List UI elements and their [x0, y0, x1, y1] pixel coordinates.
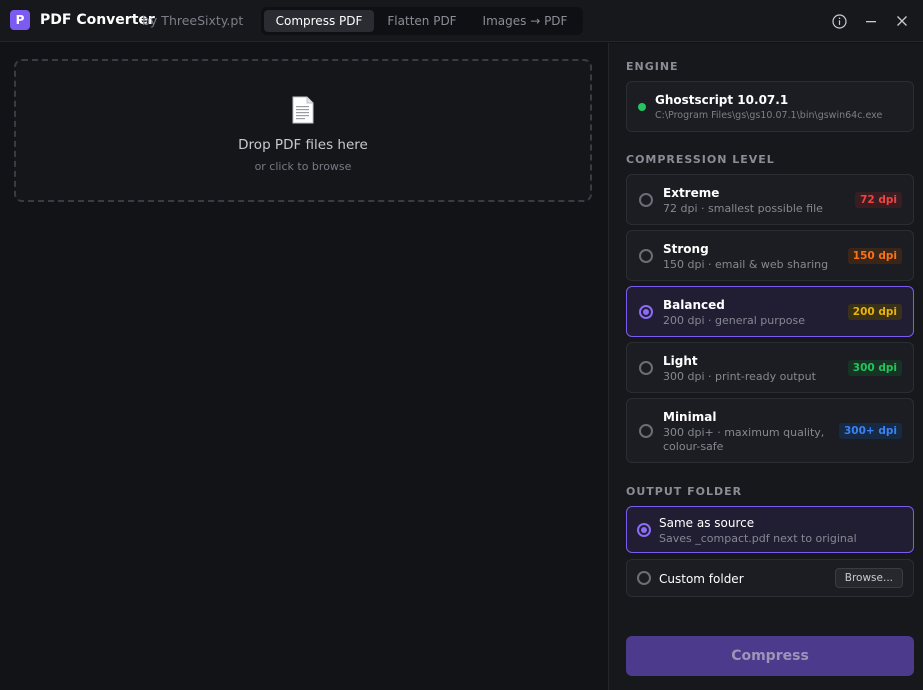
dpi-badge: 200 dpi — [847, 304, 902, 320]
output-same-source[interactable]: Same as source Saves _compact.pdf next t… — [626, 506, 914, 553]
output-name: Same as source — [659, 516, 755, 530]
dpi-badge: 300+ dpi — [838, 423, 902, 439]
radio-icon[interactable] — [639, 424, 653, 438]
engine-name: Ghostscript 10.07.1 — [655, 93, 789, 107]
output-desc: Saves _compact.pdf next to original — [659, 532, 857, 545]
engine-card: Ghostscript 10.07.1 C:\Program Files\gs\… — [626, 81, 914, 132]
browse-button[interactable]: Browse... — [834, 568, 903, 588]
engine-path: C:\Program Files\gs\gs10.07.1\bin\gswin6… — [655, 110, 883, 121]
dropzone-title: Drop PDF files here — [238, 137, 368, 153]
level-balanced[interactable]: Balanced 200 dpi · general purpose 200 d… — [626, 286, 914, 337]
dpi-badge: 72 dpi — [855, 192, 902, 208]
compress-button[interactable]: Compress — [626, 636, 914, 676]
info-icon[interactable] — [829, 11, 849, 31]
radio-icon[interactable] — [637, 571, 651, 585]
radio-icon[interactable] — [637, 523, 651, 537]
level-desc: 72 dpi · smallest possible file — [663, 202, 823, 215]
radio-icon[interactable] — [639, 193, 653, 207]
tab-flatten-pdf[interactable]: Flatten PDF — [377, 10, 467, 32]
level-extreme[interactable]: Extreme 72 dpi · smallest possible file … — [626, 174, 914, 225]
dpi-badge: 300 dpi — [847, 360, 902, 376]
level-name: Strong — [663, 242, 709, 256]
pdf-dropzone[interactable]: Drop PDF files here or click to browse — [14, 59, 592, 202]
mode-tabs: Compress PDF Flatten PDF Images → PDF — [261, 7, 583, 35]
dpi-badge: 150 dpi — [847, 248, 902, 264]
level-desc-2: colour-safe — [663, 440, 724, 453]
level-desc: 300 dpi+ · maximum quality, — [663, 426, 825, 439]
dropzone-subtitle: or click to browse — [254, 160, 352, 173]
tab-compress-pdf[interactable]: Compress PDF — [264, 10, 374, 32]
engine-label: ENGINE — [626, 60, 679, 73]
document-icon — [292, 96, 314, 124]
output-label: OUTPUT FOLDER — [626, 485, 743, 498]
radio-icon[interactable] — [639, 305, 653, 319]
output-custom-folder[interactable]: Custom folder Browse... — [626, 559, 914, 597]
title-bar: P PDF Converter by ThreeSixty.pt Compres… — [0, 0, 923, 42]
app-subtitle: by ThreeSixty.pt — [142, 13, 244, 28]
level-name: Minimal — [663, 410, 717, 424]
level-desc: 300 dpi · print-ready output — [663, 370, 816, 383]
app-title: PDF Converter — [40, 12, 155, 28]
compression-label: COMPRESSION LEVEL — [626, 153, 775, 166]
level-light[interactable]: Light 300 dpi · print-ready output 300 d… — [626, 342, 914, 393]
level-minimal[interactable]: Minimal 300 dpi+ · maximum quality, colo… — [626, 398, 914, 463]
level-name: Light — [663, 354, 698, 368]
close-icon[interactable] — [892, 11, 912, 31]
minimize-icon[interactable] — [861, 11, 881, 31]
output-name: Custom folder — [659, 572, 744, 586]
level-name: Balanced — [663, 298, 725, 312]
tab-images-to-pdf[interactable]: Images → PDF — [470, 10, 580, 32]
app-logo: P — [10, 10, 30, 30]
level-desc: 150 dpi · email & web sharing — [663, 258, 829, 271]
level-name: Extreme — [663, 186, 720, 200]
radio-icon[interactable] — [639, 361, 653, 375]
level-strong[interactable]: Strong 150 dpi · email & web sharing 150… — [626, 230, 914, 281]
radio-icon[interactable] — [639, 249, 653, 263]
level-desc: 200 dpi · general purpose — [663, 314, 805, 327]
settings-panel: ENGINE Ghostscript 10.07.1 C:\Program Fi… — [608, 43, 923, 690]
engine-status-dot — [638, 103, 646, 111]
